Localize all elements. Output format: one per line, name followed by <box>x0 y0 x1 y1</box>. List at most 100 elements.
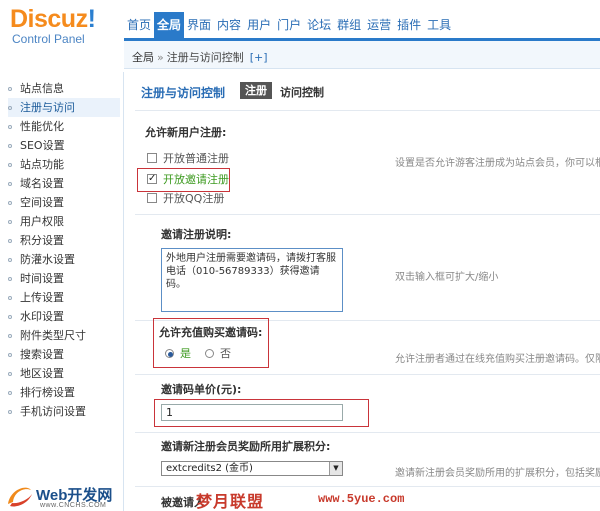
nav-operation[interactable]: 运营 <box>364 12 394 38</box>
bullet-icon <box>8 182 12 186</box>
sidebar-item-label: 性能优化 <box>20 120 64 133</box>
bullet-icon <box>8 220 12 224</box>
bullet-icon <box>8 391 12 395</box>
swirl-logo-icon <box>8 487 32 507</box>
sidebar-item-credits[interactable]: 积分设置 <box>8 231 120 250</box>
tab-register[interactable]: 注册 <box>240 82 272 99</box>
tab-access-control[interactable]: 访问控制 <box>280 84 324 100</box>
sidebar-item-region[interactable]: 地区设置 <box>8 364 120 383</box>
reward-credits-hint: 邀请新注册会员奖励所用的扩展积分，包括奖励邀 <box>395 468 600 479</box>
invite-desc-label: 邀请注册说明: <box>161 228 232 241</box>
reward-credits-label: 邀请新注册会员奖励所用扩展积分: <box>161 440 331 453</box>
discuz-logo[interactable]: Discuz! Control Panel <box>10 6 122 50</box>
bullet-icon <box>8 277 12 281</box>
nav-plugin[interactable]: 插件 <box>394 12 424 38</box>
option-normal-register[interactable]: 开放普通注册 <box>147 152 229 166</box>
sidebar-item-label: 地区设置 <box>20 367 64 380</box>
option-label: 开放普通注册 <box>163 152 229 165</box>
sidebar-item-label: 水印设置 <box>20 310 64 323</box>
sidebar-item-label: 站点信息 <box>20 82 64 95</box>
nav-global[interactable]: 全局 <box>154 12 185 38</box>
bullet-icon <box>8 410 12 414</box>
top-nav: 首页 全局 界面 内容 用户 门户 论坛 群组 运营 插件 工具 <box>124 12 454 38</box>
sidebar-item-mobile[interactable]: 手机访问设置 <box>8 402 120 421</box>
invite-desc-hint: 双击输入框可扩大/缩小 <box>395 272 499 283</box>
sidebar-item-label: 用户权限 <box>20 215 64 228</box>
qq-register-checkbox[interactable] <box>147 193 157 203</box>
invite-desc-textarea[interactable]: 外地用户注册需要邀请码，请拨打客服电话（010-56789333）获得邀请码。 <box>161 248 343 312</box>
sidebar-item-anti-spam[interactable]: 防灌水设置 <box>8 250 120 269</box>
sidebar-item-space[interactable]: 空间设置 <box>8 193 120 212</box>
page-title: 注册与访问控制 <box>141 86 226 100</box>
bullet-icon <box>8 144 12 148</box>
sidebar-item-label: 上传设置 <box>20 291 64 304</box>
bullet-icon <box>8 353 12 357</box>
nav-tools[interactable]: 工具 <box>424 12 454 38</box>
sidebar: 站点信息 注册与访问 性能优化 SEO设置 站点功能 域名设置 空间设置 用户权… <box>0 72 124 511</box>
sidebar-item-search[interactable]: 搜索设置 <box>8 345 120 364</box>
divider <box>135 486 600 487</box>
normal-register-checkbox[interactable] <box>147 153 157 163</box>
sidebar-item-watermark[interactable]: 水印设置 <box>8 307 120 326</box>
watermark-url: www.5yue.com <box>318 492 405 506</box>
sidebar-item-label: 积分设置 <box>20 234 64 247</box>
bullet-icon <box>8 87 12 91</box>
breadcrumb: 全局» 注册与访问控制 [+] <box>132 49 268 65</box>
sidebar-item-label: 防灌水设置 <box>20 253 75 266</box>
nav-forum[interactable]: 论坛 <box>304 12 334 38</box>
chevron-down-icon[interactable]: ▼ <box>329 462 342 475</box>
bullet-icon <box>8 334 12 338</box>
sidebar-item-user-permissions[interactable]: 用户权限 <box>8 212 120 231</box>
logo-exclamation: ! <box>87 5 96 33</box>
highlight-invite-register <box>137 168 230 192</box>
sidebar-item-attachment-types[interactable]: 附件类型尺寸 <box>8 326 120 345</box>
sidebar-item-performance[interactable]: 性能优化 <box>8 117 120 136</box>
sidebar-item-seo[interactable]: SEO设置 <box>8 136 120 155</box>
logo-subtitle: Control Panel <box>12 32 85 46</box>
breadcrumb-current: 注册与访问控制 <box>166 51 244 64</box>
bullet-icon <box>8 163 12 167</box>
buy-invite-hint: 允许注册者通过在线充值购买注册邀请码。仅限于无 <box>395 354 600 365</box>
sidebar-item-register-access[interactable]: 注册与访问 <box>8 98 120 117</box>
bullet-icon <box>8 201 12 205</box>
bullet-icon <box>8 372 12 376</box>
nav-home[interactable]: 首页 <box>124 12 154 38</box>
sidebar-item-time[interactable]: 时间设置 <box>8 269 120 288</box>
nav-interface[interactable]: 界面 <box>184 12 214 38</box>
allow-register-label: 允许新用户注册: <box>145 126 227 139</box>
sidebar-item-ranking[interactable]: 排行榜设置 <box>8 383 120 402</box>
sidebar-item-label: 注册与访问 <box>20 101 75 114</box>
nav-content[interactable]: 内容 <box>214 12 244 38</box>
sidebar-item-upload[interactable]: 上传设置 <box>8 288 120 307</box>
divider <box>135 214 600 215</box>
sidebar-item-domain[interactable]: 域名设置 <box>8 174 120 193</box>
sidebar-item-label: 时间设置 <box>20 272 64 285</box>
option-qq-register[interactable]: 开放QQ注册 <box>147 192 224 206</box>
highlight-buy-invite <box>153 318 269 368</box>
nav-group[interactable]: 群组 <box>334 12 364 38</box>
sidebar-item-label: 排行榜设置 <box>20 386 75 399</box>
breadcrumb-root[interactable]: 全局 <box>132 51 154 64</box>
reward-credits-select[interactable]: extcredits2 (金币) ▼ <box>161 461 343 476</box>
add-shortcut-button[interactable]: [+] <box>250 51 268 64</box>
sidebar-item-site-features[interactable]: 站点功能 <box>8 155 120 174</box>
divider <box>135 432 600 433</box>
highlight-invite-price <box>154 399 369 427</box>
divider <box>135 374 600 375</box>
invite-price-label: 邀请码单价(元): <box>161 383 242 396</box>
header: Discuz! Control Panel 首页 全局 界面 内容 用户 门户 … <box>0 0 600 46</box>
main-content: 注册与访问控制 注册 访问控制 允许新用户注册: 开放普通注册 开放邀请注册 开… <box>125 72 600 511</box>
nav-portal[interactable]: 门户 <box>274 12 304 38</box>
sidebar-item-label: 附件类型尺寸 <box>20 329 86 342</box>
option-label: 开放QQ注册 <box>163 192 225 205</box>
nav-user[interactable]: 用户 <box>244 12 274 38</box>
sidebar-item-label: 手机访问设置 <box>20 405 86 418</box>
bullet-icon <box>8 106 12 110</box>
bullet-icon <box>8 239 12 243</box>
sidebar-item-label: 站点功能 <box>20 158 64 171</box>
sidebar-item-site-info[interactable]: 站点信息 <box>8 79 120 98</box>
sidebar-item-label: 域名设置 <box>20 177 64 190</box>
web-logo-subtext: www.CNCHS.COM <box>40 502 107 509</box>
bullet-icon <box>8 258 12 262</box>
bullet-icon <box>8 315 12 319</box>
